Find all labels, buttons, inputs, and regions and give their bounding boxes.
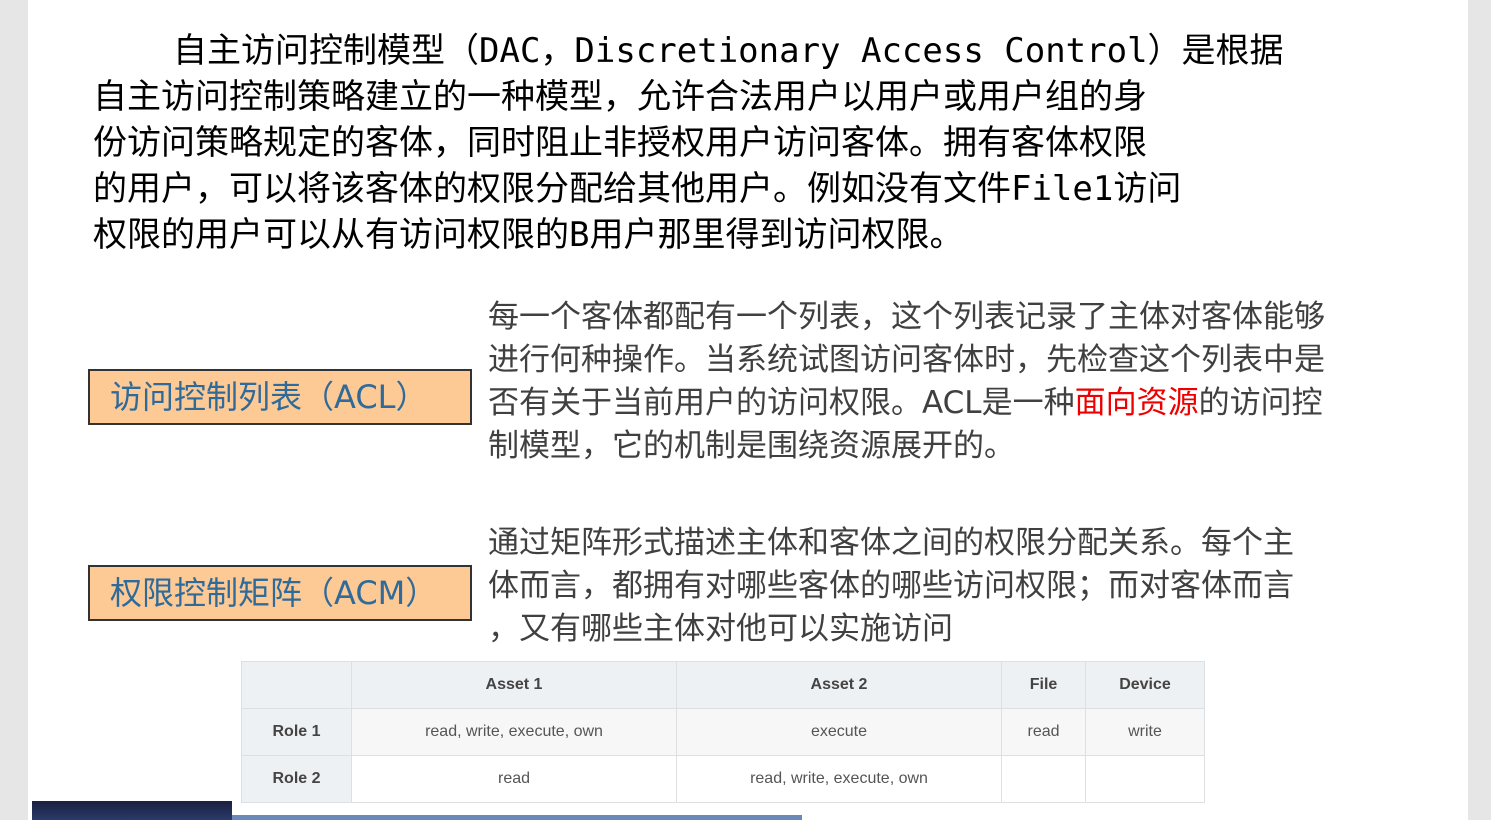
cell <box>1001 755 1086 803</box>
acl-line: 否有关于当前用户的访问权限。ACL是一种面向资源的访问控 <box>488 382 1325 425</box>
table-row: Role 1 read, write, execute, own execute… <box>241 708 1205 756</box>
next-slide-image <box>232 815 802 820</box>
header-cell <box>241 661 352 709</box>
acm-box: 权限控制矩阵（ACM） <box>88 565 472 621</box>
cell: read, write, execute, own <box>351 708 677 756</box>
acl-text: 否有关于当前用户的访问权限。ACL是一种 <box>488 385 1075 421</box>
header-cell: Asset 1 <box>351 661 677 709</box>
cell: read <box>1001 708 1086 756</box>
row-header: Role 2 <box>241 755 352 803</box>
acm-line: 通过矩阵形式描述主体和客体之间的权限分配关系。每个主 <box>488 525 1294 561</box>
acl-box: 访问控制列表（ACL） <box>88 369 472 425</box>
intro-line: 的用户，可以将该客体的权限分配给其他用户。例如没有文件File1访问 <box>93 169 1182 209</box>
cell <box>1085 755 1205 803</box>
row-header: Role 1 <box>241 708 352 756</box>
acm-description: 通过矩阵形式描述主体和客体之间的权限分配关系。每个主 体而言，都拥有对哪些客体的哪… <box>488 522 1294 651</box>
cell: read, write, execute, own <box>676 755 1002 803</box>
acl-text: 的访问控 <box>1198 385 1323 421</box>
next-slide-image <box>32 801 232 820</box>
header-cell: File <box>1001 661 1086 709</box>
acm-line: 体而言，都拥有对哪些客体的哪些访问权限；而对客体而言 <box>488 568 1294 604</box>
cell: execute <box>676 708 1002 756</box>
acl-description: 每一个客体都配有一个列表，这个列表记录了主体对客体能够 进行何种操作。当系统试图访… <box>488 296 1325 468</box>
cell: write <box>1085 708 1205 756</box>
intro-line: 权限的用户可以从有访问权限的B用户那里得到访问权限。 <box>93 215 964 255</box>
acl-line: 制模型，它的机制是围绕资源展开的。 <box>488 428 1015 464</box>
table-row: Role 2 read read, write, execute, own <box>241 755 1205 803</box>
acm-line: ，又有哪些主体对他可以实施访问 <box>488 611 953 647</box>
header-cell: Device <box>1085 661 1205 709</box>
intro-line: 份访问策略规定的客体，同时阻止非授权用户访问客体。拥有客体权限 <box>93 123 1147 163</box>
acl-line: 每一个客体都配有一个列表，这个列表记录了主体对客体能够 <box>488 299 1325 335</box>
intro-line: 自主访问控制模型（DAC，Discretionary Access Contro… <box>173 31 1284 71</box>
acl-line: 进行何种操作。当系统试图访问客体时，先检查这个列表中是 <box>488 342 1325 378</box>
table-header: Asset 1 Asset 2 File Device <box>241 661 1205 709</box>
intro-line: 自主访问控制策略建立的一种模型，允许合法用户以用户或用户组的身 <box>93 77 1147 117</box>
acl-highlight: 面向资源 <box>1074 385 1199 421</box>
access-control-matrix: Asset 1 Asset 2 File Device Role 1 read,… <box>241 661 1205 803</box>
header-cell: Asset 2 <box>676 661 1002 709</box>
intro-paragraph: 自主访问控制模型（DAC，Discretionary Access Contro… <box>93 28 1284 258</box>
cell: read <box>351 755 677 803</box>
